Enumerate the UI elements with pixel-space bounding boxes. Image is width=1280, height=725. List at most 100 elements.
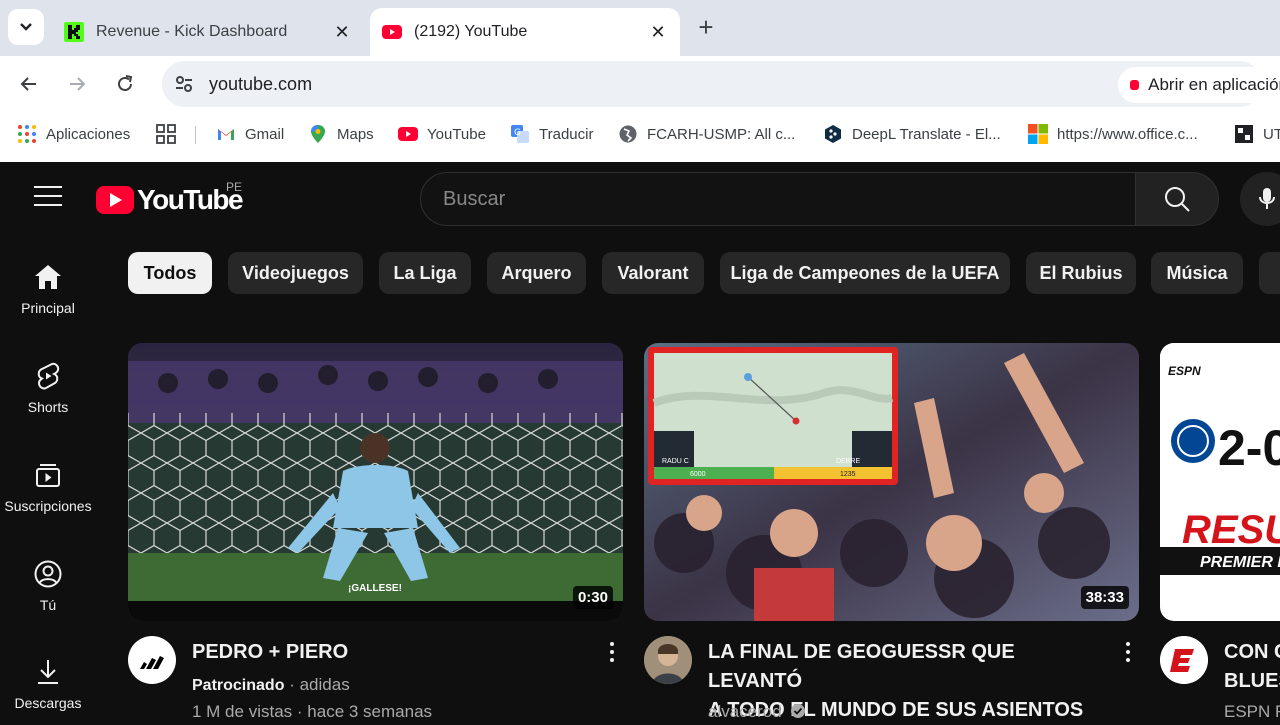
more-vert-icon: [1126, 642, 1130, 646]
address-bar[interactable]: youtube.com: [162, 61, 1262, 107]
sidebar-label: Shorts: [27, 399, 69, 415]
arrow-right-icon: [70, 77, 86, 91]
search-button[interactable]: [1135, 172, 1219, 226]
tab-title: (2192) YouTube: [414, 23, 528, 40]
forward-button[interactable]: [61, 68, 93, 100]
voice-search-button[interactable]: [1240, 172, 1280, 226]
upload-age: hace 3 semanas: [307, 702, 433, 721]
tab-search-button[interactable]: [8, 9, 44, 45]
browser-chrome: Revenue - Kick Dashboard ✕ (2192) YouTub…: [0, 0, 1280, 162]
youtube-play-icon: [96, 186, 134, 214]
chip-champions-league[interactable]: Liga de Campeones de la UEFA: [720, 252, 1010, 294]
kick-favicon-icon: [64, 22, 84, 42]
tab-groups-button[interactable]: [156, 122, 185, 146]
search-input[interactable]: Buscar: [420, 172, 1136, 226]
bookmark-gmail[interactable]: Gmail: [216, 122, 284, 146]
video-channel-line: Patrocinado · adidas: [192, 675, 350, 694]
sidebar-item-shorts[interactable]: Shorts: [0, 361, 96, 415]
channel-avatar[interactable]: [1160, 636, 1208, 684]
bookmark-deepl[interactable]: DeepL Translate - El...: [823, 122, 1001, 146]
bookmark-traducir[interactable]: G Traducir: [510, 122, 593, 146]
video-title-line: PEDRO + PIERO: [192, 641, 349, 663]
video-title[interactable]: PEDRO + PIERO: [192, 638, 592, 667]
sidebar-item-descargas[interactable]: Descargas: [0, 657, 96, 711]
video-thumbnail[interactable]: ESPN 2-0 RESUM PREMIER LEA: [1160, 343, 1280, 621]
open-in-app-button[interactable]: Abrir en aplicación: [1118, 67, 1280, 103]
microphone-icon: [1259, 188, 1275, 209]
sidebar-item-principal[interactable]: Principal: [0, 262, 96, 316]
bookmark-ut[interactable]: UT: [1234, 122, 1280, 146]
thumbnail-image: RADU C 6000 DEBRE 1235: [644, 343, 1139, 621]
video-title-line: LA FINAL DE GEOGUESSR QUE LEVANTÓ: [708, 641, 1015, 692]
close-tab-icon[interactable]: ✕: [328, 22, 356, 43]
video-thumbnail[interactable]: RADU C 6000 DEBRE 1235 38:33: [644, 343, 1139, 621]
bookmark-label: https://www.office.c...: [1057, 125, 1198, 143]
chip-videojuegos[interactable]: Videojuegos: [228, 252, 363, 294]
bookmark-maps[interactable]: Maps: [308, 122, 374, 146]
shorts-icon: [37, 362, 60, 390]
youtube-favicon-icon: [382, 25, 402, 39]
player-right-score: 1235: [840, 471, 856, 478]
more-vert-icon: [610, 642, 614, 646]
sidebar-label: Descargas: [14, 695, 82, 711]
chip-todos[interactable]: Todos: [128, 252, 212, 294]
chip-musica[interactable]: Música: [1151, 252, 1243, 294]
sidebar-label: Principal: [21, 300, 75, 316]
guide-menu-button[interactable]: [34, 186, 62, 210]
more-actions-button[interactable]: [608, 642, 616, 664]
video-title-line: BLUES: [1224, 670, 1280, 692]
bookmark-office[interactable]: https://www.office.c...: [1028, 122, 1198, 146]
bookmark-fcarh-usmp[interactable]: FCARH-USMP: All c...: [618, 122, 795, 146]
video-title[interactable]: CON C BLUES: [1224, 638, 1280, 696]
channel-avatar[interactable]: [128, 636, 176, 684]
chip-next[interactable]: [1259, 252, 1280, 294]
ut-icon: [1235, 125, 1253, 143]
tab-youtube[interactable]: (2192) YouTube ✕: [370, 8, 680, 56]
chip-valorant[interactable]: Valorant: [602, 252, 704, 294]
video-channel-line: alvacerod: [708, 702, 806, 722]
video-thumbnail[interactable]: ¡GALLESE! 0:30: [128, 343, 623, 621]
sidebar-item-suscripciones[interactable]: Suscripciones: [0, 460, 96, 514]
thumbnail-image: ¡GALLESE!: [128, 343, 623, 621]
bookmarks-bar: Aplicaciones Gmail Maps YouTube G Traduc…: [0, 112, 1280, 156]
thumbnail-overlay-text: ¡GALLESE!: [348, 583, 402, 594]
chip-la-liga[interactable]: La Liga: [379, 252, 471, 294]
bookmark-label: Gmail: [245, 125, 285, 143]
youtube-icon: [398, 127, 418, 141]
sidebar-item-tu[interactable]: Tú: [0, 559, 96, 613]
reload-icon: [118, 75, 133, 91]
channel-avatar[interactable]: [644, 636, 692, 684]
tab-kick-dashboard[interactable]: Revenue - Kick Dashboard ✕: [52, 8, 364, 56]
bookmarks-separator: [195, 126, 196, 144]
chip-arquero[interactable]: Arquero: [487, 252, 586, 294]
more-actions-button[interactable]: [1124, 642, 1132, 664]
sidebar-label: Tú: [39, 597, 57, 613]
channel-name[interactable]: adidas: [300, 675, 350, 694]
translate-icon: G: [511, 125, 529, 143]
video-channel-line: ESPN F: [1224, 702, 1280, 722]
account-icon: [34, 560, 62, 588]
bookmark-label: Aplicaciones: [46, 125, 131, 143]
channel-avatar-image: [644, 636, 692, 684]
site-settings-icon[interactable]: [172, 72, 196, 96]
headline-text: RESUM: [1182, 508, 1280, 552]
channel-name[interactable]: alvacerod: [708, 702, 782, 721]
new-tab-button[interactable]: +: [692, 14, 720, 42]
bookmark-label: UT: [1263, 125, 1280, 143]
youtube-logo[interactable]: YouTube: [96, 184, 244, 216]
thumbnail-image: ESPN 2-0 RESUM PREMIER LEA: [1160, 343, 1280, 621]
bookmark-aplicaciones[interactable]: Aplicaciones: [17, 122, 130, 146]
sidebar-label: Suscripciones: [4, 498, 92, 514]
menu-icon: [34, 186, 62, 188]
bookmark-youtube[interactable]: YouTube: [398, 122, 486, 146]
channel-name[interactable]: ESPN F: [1224, 702, 1280, 721]
bookmark-label: DeepL Translate - El...: [852, 125, 1001, 143]
chip-el-rubius[interactable]: El Rubius: [1026, 252, 1136, 294]
gmail-icon: [218, 129, 234, 140]
country-code: PE: [226, 180, 243, 194]
close-tab-icon[interactable]: ✕: [644, 22, 672, 43]
back-button[interactable]: [13, 68, 45, 100]
globe-icon: [619, 125, 637, 143]
bookmark-label: Traducir: [539, 125, 594, 143]
reload-button[interactable]: [109, 68, 141, 100]
